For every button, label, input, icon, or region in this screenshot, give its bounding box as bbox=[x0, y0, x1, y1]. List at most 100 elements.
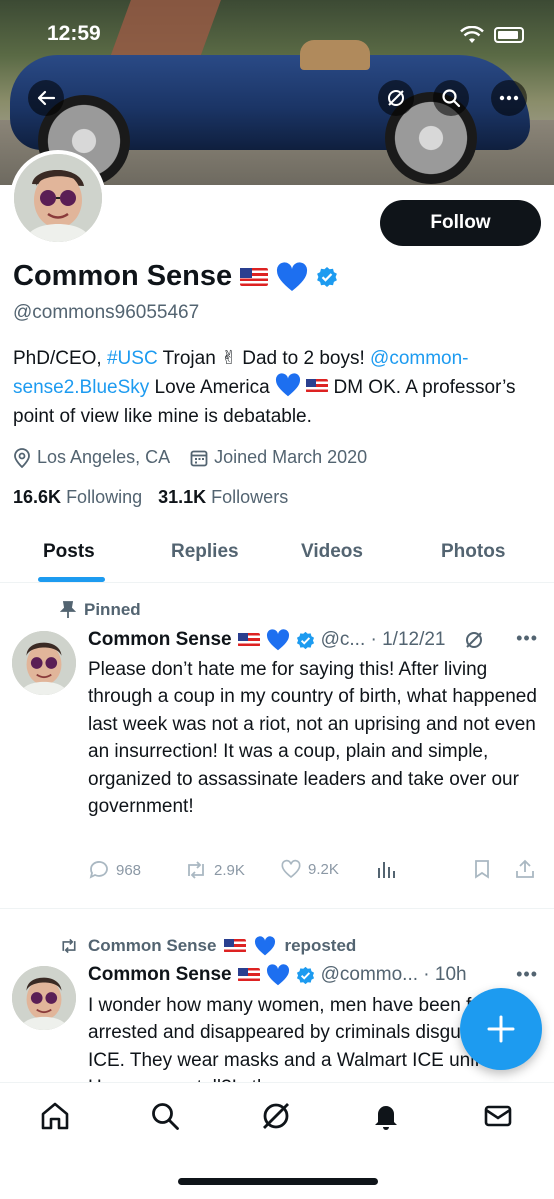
profile-bio: PhD/CEO, #USC Trojan ✌ Dad to 2 boys! @c… bbox=[13, 344, 543, 431]
us-flag-icon bbox=[237, 968, 260, 982]
heart-outline-icon bbox=[281, 859, 301, 879]
post-header: Common Sense @c... · 1/12/21 bbox=[88, 629, 484, 651]
following-label: Following bbox=[66, 487, 143, 507]
location-icon bbox=[14, 447, 30, 468]
like-count: 9.2K bbox=[308, 860, 339, 878]
verified-badge-icon bbox=[296, 631, 314, 649]
nav-search[interactable] bbox=[148, 1099, 182, 1133]
profile-tabs: Posts Replies Videos Photos bbox=[0, 527, 554, 583]
status-time: 12:59 bbox=[47, 22, 101, 45]
post-handle-date: @commo... · 10h bbox=[320, 964, 467, 985]
tab-posts[interactable]: Posts bbox=[43, 541, 95, 563]
share-button[interactable] bbox=[515, 859, 535, 879]
location-text: Los Angeles, CA bbox=[37, 447, 171, 467]
wifi-icon bbox=[460, 26, 484, 43]
active-tab-indicator bbox=[38, 577, 105, 582]
repost-count: 2.9K bbox=[214, 861, 245, 879]
post-actions: 968 2.9K 9.2K bbox=[88, 859, 543, 883]
status-bar: 12:59 bbox=[0, 18, 554, 52]
blue-heart-icon bbox=[266, 964, 289, 986]
post-more-icon[interactable]: ••• bbox=[516, 964, 538, 985]
reply-button[interactable]: 968 bbox=[88, 859, 141, 881]
battery-icon bbox=[494, 27, 524, 43]
like-button[interactable]: 9.2K bbox=[280, 859, 339, 879]
search-icon bbox=[152, 1103, 179, 1130]
calendar-icon bbox=[190, 450, 208, 466]
blue-heart-icon bbox=[266, 629, 289, 651]
arrow-left-icon bbox=[37, 90, 56, 106]
tab-replies[interactable]: Replies bbox=[171, 541, 239, 563]
nav-notifications[interactable] bbox=[369, 1099, 403, 1133]
post-handle-date: @c... · 1/12/21 bbox=[320, 629, 446, 650]
repost-context-suffix: reposted bbox=[284, 936, 357, 955]
followers-label: Followers bbox=[211, 487, 289, 507]
grok-icon[interactable] bbox=[464, 630, 484, 650]
blue-heart-icon bbox=[255, 936, 276, 956]
profile-name-row: Common Sense bbox=[13, 260, 338, 293]
nav-messages[interactable] bbox=[481, 1099, 515, 1133]
post-author-name[interactable]: Common Sense bbox=[88, 964, 232, 986]
search-button[interactable] bbox=[433, 80, 469, 116]
bio-text: Love America bbox=[149, 377, 275, 398]
profile-name: Common Sense bbox=[13, 260, 233, 292]
more-icon bbox=[499, 95, 519, 101]
share-icon bbox=[516, 859, 534, 878]
us-flag-icon bbox=[306, 379, 329, 393]
grok-icon bbox=[388, 90, 404, 106]
profile-counts: 16.6K Following 31.1K Followers bbox=[13, 487, 288, 508]
verified-badge-icon bbox=[296, 966, 314, 984]
post-more-icon[interactable]: ••• bbox=[516, 628, 538, 649]
following-count: 16.6K bbox=[13, 487, 62, 507]
post-header: Common Sense @commo... · 10h bbox=[88, 964, 467, 986]
views-button[interactable] bbox=[376, 859, 396, 879]
tab-videos[interactable]: Videos bbox=[301, 541, 363, 563]
compose-button[interactable] bbox=[460, 988, 542, 1070]
profile-avatar[interactable] bbox=[10, 150, 106, 246]
nav-home[interactable] bbox=[38, 1099, 72, 1133]
more-options-button[interactable] bbox=[491, 80, 527, 116]
blue-heart-icon bbox=[275, 373, 300, 397]
search-icon bbox=[442, 89, 461, 108]
avatar-image bbox=[12, 966, 76, 1030]
plus-icon bbox=[487, 1015, 515, 1043]
repost-icon bbox=[188, 861, 204, 879]
tab-photos[interactable]: Photos bbox=[441, 541, 505, 563]
reply-count: 968 bbox=[116, 861, 142, 879]
verified-badge-icon bbox=[317, 266, 338, 287]
follow-button[interactable]: Follow bbox=[380, 200, 541, 246]
nav-grok[interactable] bbox=[259, 1099, 293, 1133]
post-author-name[interactable]: Common Sense bbox=[88, 629, 232, 651]
grok-button[interactable] bbox=[378, 80, 414, 116]
reply-icon bbox=[89, 861, 108, 879]
bookmark-button[interactable] bbox=[473, 859, 491, 879]
pinned-context: Pinned bbox=[60, 600, 141, 620]
us-flag-icon bbox=[224, 939, 247, 953]
grok-icon bbox=[263, 1103, 289, 1129]
hashtag-link[interactable]: #USC bbox=[107, 348, 158, 369]
followers-count: 31.1K bbox=[158, 487, 207, 507]
post-avatar[interactable] bbox=[12, 966, 76, 1030]
post-avatar[interactable] bbox=[12, 631, 76, 695]
post-text: Please don’t hate me for saying this! Af… bbox=[88, 659, 537, 818]
repost-context: Common Sense reposted bbox=[58, 936, 356, 956]
blue-heart-icon bbox=[277, 261, 308, 291]
avatar-image bbox=[12, 631, 76, 695]
followers-link[interactable]: 31.1K Followers bbox=[158, 487, 288, 508]
pin-icon bbox=[60, 601, 76, 618]
back-button[interactable] bbox=[28, 80, 64, 116]
bio-text: PhD/CEO, bbox=[13, 348, 107, 369]
repost-context-name[interactable]: Common Sense bbox=[88, 936, 216, 956]
pinned-label: Pinned bbox=[84, 600, 141, 619]
avatar-image bbox=[14, 154, 102, 242]
post-pinned[interactable]: Pinned Common Sense @c... · 1/12/21 ••• … bbox=[0, 584, 554, 909]
home-indicator bbox=[178, 1178, 378, 1185]
profile-meta: Los Angeles, CA Joined March 2020 bbox=[13, 447, 367, 468]
repost-icon bbox=[62, 938, 76, 954]
repost-button[interactable]: 2.9K bbox=[184, 859, 245, 881]
joined-text: Joined March 2020 bbox=[214, 447, 368, 467]
us-flag-icon bbox=[237, 633, 260, 647]
envelope-icon bbox=[484, 1105, 512, 1127]
profile-handle: @commons96055467 bbox=[13, 302, 200, 323]
following-link[interactable]: 16.6K Following bbox=[13, 487, 142, 508]
bell-icon bbox=[375, 1106, 397, 1130]
